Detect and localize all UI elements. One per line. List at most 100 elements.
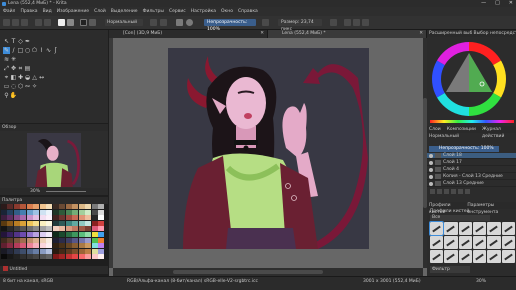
palette-swatch[interactable]	[78, 204, 85, 209]
palette-swatch[interactable]	[39, 248, 46, 254]
close-button[interactable]: ✕	[509, 0, 513, 6]
brush-preset[interactable]	[428, 221, 445, 236]
palette-swatch[interactable]	[1, 226, 7, 232]
palette-swatch[interactable]	[59, 209, 66, 215]
palette-swatch[interactable]	[46, 237, 53, 243]
palette-swatch[interactable]	[52, 215, 59, 221]
palette-swatch[interactable]	[98, 237, 104, 243]
palette-swatch[interactable]	[98, 248, 104, 254]
edit-shapes-tool-icon[interactable]: ◇	[17, 38, 24, 45]
layer-row[interactable]: Слой 18	[427, 153, 516, 159]
palette-swatch[interactable]	[85, 209, 92, 215]
palette-swatch[interactable]	[72, 231, 79, 237]
palette-swatch[interactable]	[7, 204, 14, 209]
palette-swatch[interactable]	[7, 237, 14, 243]
polygon-tool-icon[interactable]: ⬠	[31, 47, 38, 54]
palette-swatch[interactable]	[26, 243, 33, 249]
palette-swatch[interactable]	[46, 243, 53, 249]
palette-swatch[interactable]	[13, 215, 20, 221]
palette-swatch[interactable]	[98, 209, 104, 215]
palette-swatch[interactable]	[65, 204, 72, 209]
redo-icon[interactable]	[44, 19, 51, 26]
tab-close-icon[interactable]: ✕	[419, 30, 423, 38]
menu-filter[interactable]: Фильтры	[143, 9, 164, 14]
palette-swatch[interactable]	[65, 237, 72, 243]
palette-swatch[interactable]	[20, 231, 27, 237]
move-tool-icon[interactable]: ✥	[10, 65, 17, 72]
palette-swatch[interactable]	[33, 204, 40, 209]
tab-con-document[interactable]: [Con] (3D,9 МиБ) ✕	[109, 30, 268, 38]
palette-swatch[interactable]	[91, 226, 98, 232]
brush-preset[interactable]	[444, 250, 458, 263]
color-wheel[interactable]	[430, 40, 508, 118]
palette-swatch[interactable]	[1, 215, 7, 221]
palette-swatch[interactable]	[7, 215, 14, 221]
palette-swatch[interactable]	[39, 243, 46, 249]
palette-swatch[interactable]	[98, 204, 104, 209]
preserve-alpha-icon[interactable]	[160, 19, 167, 26]
palette-swatch[interactable]	[85, 237, 92, 243]
palette-swatch[interactable]	[91, 237, 98, 243]
brush-tag-select[interactable]: Все	[430, 215, 490, 221]
palette-swatch[interactable]	[59, 226, 66, 232]
palette-swatch[interactable]	[46, 248, 53, 254]
ellipse-tool-icon[interactable]: ○	[24, 47, 31, 54]
tab-undo-history[interactable]: Журнал действий	[482, 126, 516, 139]
palette-swatch[interactable]	[13, 226, 20, 232]
brush-preset[interactable]	[458, 222, 472, 235]
palette-swatch[interactable]	[33, 220, 40, 226]
size-lock-icon[interactable]	[330, 19, 337, 26]
overview-thumbnail[interactable]	[27, 133, 81, 187]
palette-swatch[interactable]	[85, 215, 92, 221]
palette-swatch[interactable]	[1, 220, 7, 226]
smart-patch-tool-icon[interactable]: ✚	[17, 74, 24, 81]
palette-swatch[interactable]	[46, 254, 53, 260]
palette-swatch[interactable]	[98, 220, 104, 226]
eye-icon[interactable]	[429, 181, 433, 186]
palette-swatch[interactable]	[13, 243, 20, 249]
ellipse-select-tool-icon[interactable]: ◌	[10, 83, 17, 90]
palette-swatch[interactable]	[52, 220, 59, 226]
palette-swatch[interactable]	[26, 215, 33, 221]
pan-tool-icon[interactable]: ✋	[10, 92, 17, 99]
palette-swatch[interactable]	[33, 226, 40, 232]
palette-swatch[interactable]	[1, 243, 7, 249]
menu-settings[interactable]: Настройка	[191, 9, 216, 14]
palette-swatch[interactable]	[59, 215, 66, 221]
palette-swatch[interactable]	[91, 231, 98, 237]
palette-swatch[interactable]	[65, 220, 72, 226]
brush-tool-icon[interactable]: ✎	[3, 47, 10, 54]
palette-swatch[interactable]	[33, 243, 40, 249]
tab-layers[interactable]: Слои	[429, 126, 441, 133]
palette-swatch[interactable]	[65, 215, 72, 221]
palette-swatch[interactable]	[65, 243, 72, 249]
palette-swatch[interactable]	[72, 220, 79, 226]
palette-swatch[interactable]	[65, 248, 72, 254]
palette-swatch[interactable]	[52, 231, 59, 237]
brush-preset[interactable]	[472, 250, 487, 263]
brush-preset[interactable]	[487, 236, 501, 249]
palette-swatch[interactable]	[26, 209, 33, 215]
line-tool-icon[interactable]: /	[10, 47, 17, 54]
brush-preset[interactable]	[458, 236, 472, 249]
palette-swatch[interactable]	[1, 254, 7, 260]
layer-row[interactable]: Слой 4	[427, 167, 516, 173]
brush-size-slider[interactable]: Размер: 23,74 пикс	[278, 19, 322, 32]
palette-swatch[interactable]	[46, 204, 53, 209]
brush-preset[interactable]	[444, 222, 458, 235]
eye-icon[interactable]	[429, 174, 433, 179]
palette-swatch[interactable]	[33, 209, 40, 215]
palette-swatch[interactable]	[91, 215, 98, 221]
erase-mode-icon[interactable]	[150, 19, 157, 26]
fill-pattern-icon[interactable]	[67, 19, 74, 26]
contiguous-select-tool-icon[interactable]: ✧	[31, 83, 38, 90]
layer-row[interactable]: Копия - Слой 13 Средние	[427, 174, 516, 180]
brush-preset[interactable]	[472, 222, 487, 235]
horizontal-scroll-thumb[interactable]	[173, 270, 323, 274]
palette-swatch[interactable]	[52, 204, 59, 209]
palette-swatch[interactable]	[7, 209, 14, 215]
move-layer-up-icon[interactable]	[444, 189, 449, 194]
assistant-tool-icon[interactable]: △	[31, 74, 38, 81]
palette-swatch[interactable]	[20, 226, 27, 232]
palette-swatch[interactable]	[39, 204, 46, 209]
